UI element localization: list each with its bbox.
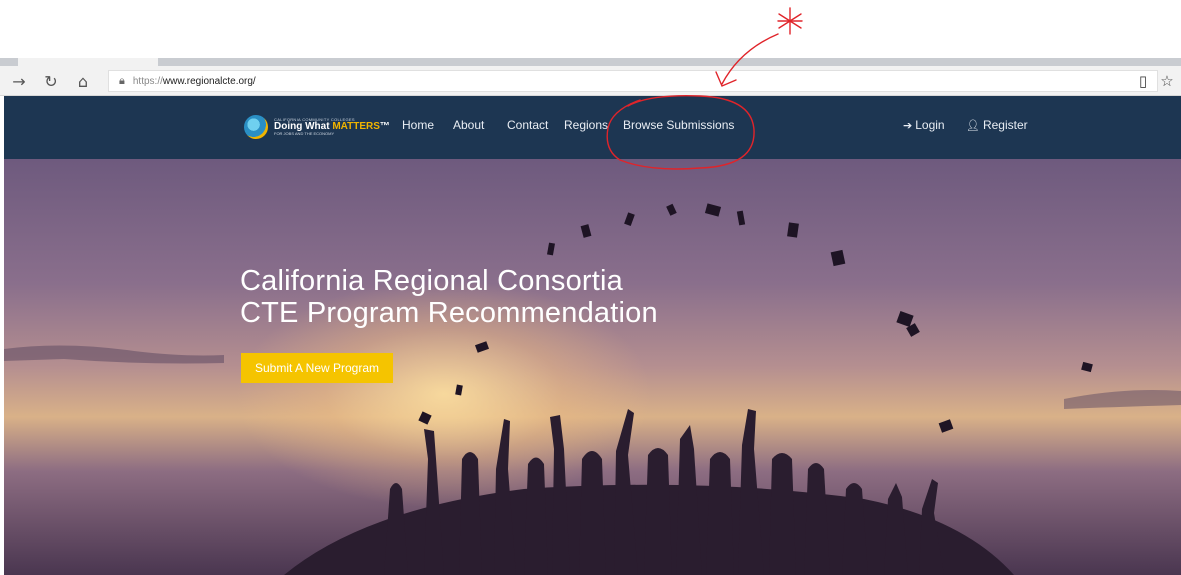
- nav-about-link[interactable]: About: [453, 118, 484, 132]
- active-browser-tab[interactable]: [18, 58, 158, 66]
- logo-text: CALIFORNIA COMMUNITY COLLEGES Doing What…: [274, 118, 390, 136]
- register-link[interactable]: 👤︎ Register: [966, 118, 1028, 132]
- url-host: www.regionalcte.org/: [162, 75, 256, 87]
- site-navbar: CALIFORNIA COMMUNITY COLLEGES Doing What…: [4, 96, 1181, 159]
- submit-new-program-button[interactable]: Submit A New Program: [241, 353, 393, 383]
- nav-regions-link[interactable]: Regions: [564, 118, 608, 132]
- url-protocol: https://: [132, 75, 163, 87]
- browser-toolbar: → ↻ ⌂ 🔒︎ https://www.regionalcte.org/ ▯ …: [0, 66, 1181, 96]
- register-label: Register: [982, 118, 1028, 132]
- favorite-star-icon[interactable]: ☆: [1156, 70, 1178, 92]
- browser-tab-strip: [0, 58, 1181, 66]
- login-link[interactable]: ➔ Login: [903, 118, 945, 132]
- logo-accent-word: MATTERS: [332, 121, 380, 132]
- address-bar[interactable]: 🔒︎ https://www.regionalcte.org/: [108, 70, 1158, 92]
- nav-home-link[interactable]: Home: [402, 118, 434, 132]
- forward-icon[interactable]: →: [8, 70, 30, 92]
- logo-sub-text: FOR JOBS AND THE ECONOMY: [274, 131, 335, 136]
- nav-browse-submissions-link[interactable]: Browse Submissions: [623, 118, 734, 132]
- logo-tm: ™: [379, 121, 390, 132]
- nav-contact-link[interactable]: Contact: [507, 118, 548, 132]
- lock-icon: 🔒︎: [119, 74, 125, 87]
- refresh-icon[interactable]: ↻: [40, 70, 62, 92]
- hero-title-line-1: California Regional Consortia: [240, 265, 623, 297]
- hero-section: California Regional Consortia CTE Progra…: [4, 159, 1181, 575]
- logo-emblem-icon: [244, 115, 268, 139]
- hero-title-line-2: CTE Program Recommendation: [240, 297, 658, 329]
- login-icon: ➔: [903, 119, 913, 132]
- reading-view-icon[interactable]: ▯: [1132, 70, 1154, 92]
- user-plus-icon: 👤︎: [966, 119, 980, 132]
- home-icon[interactable]: ⌂: [72, 70, 94, 92]
- site-logo[interactable]: CALIFORNIA COMMUNITY COLLEGES Doing What…: [244, 114, 390, 140]
- hero-graduates-silhouette: [4, 203, 1181, 575]
- hero-title: California Regional Consortia CTE Progra…: [240, 265, 658, 329]
- login-label: Login: [915, 118, 945, 132]
